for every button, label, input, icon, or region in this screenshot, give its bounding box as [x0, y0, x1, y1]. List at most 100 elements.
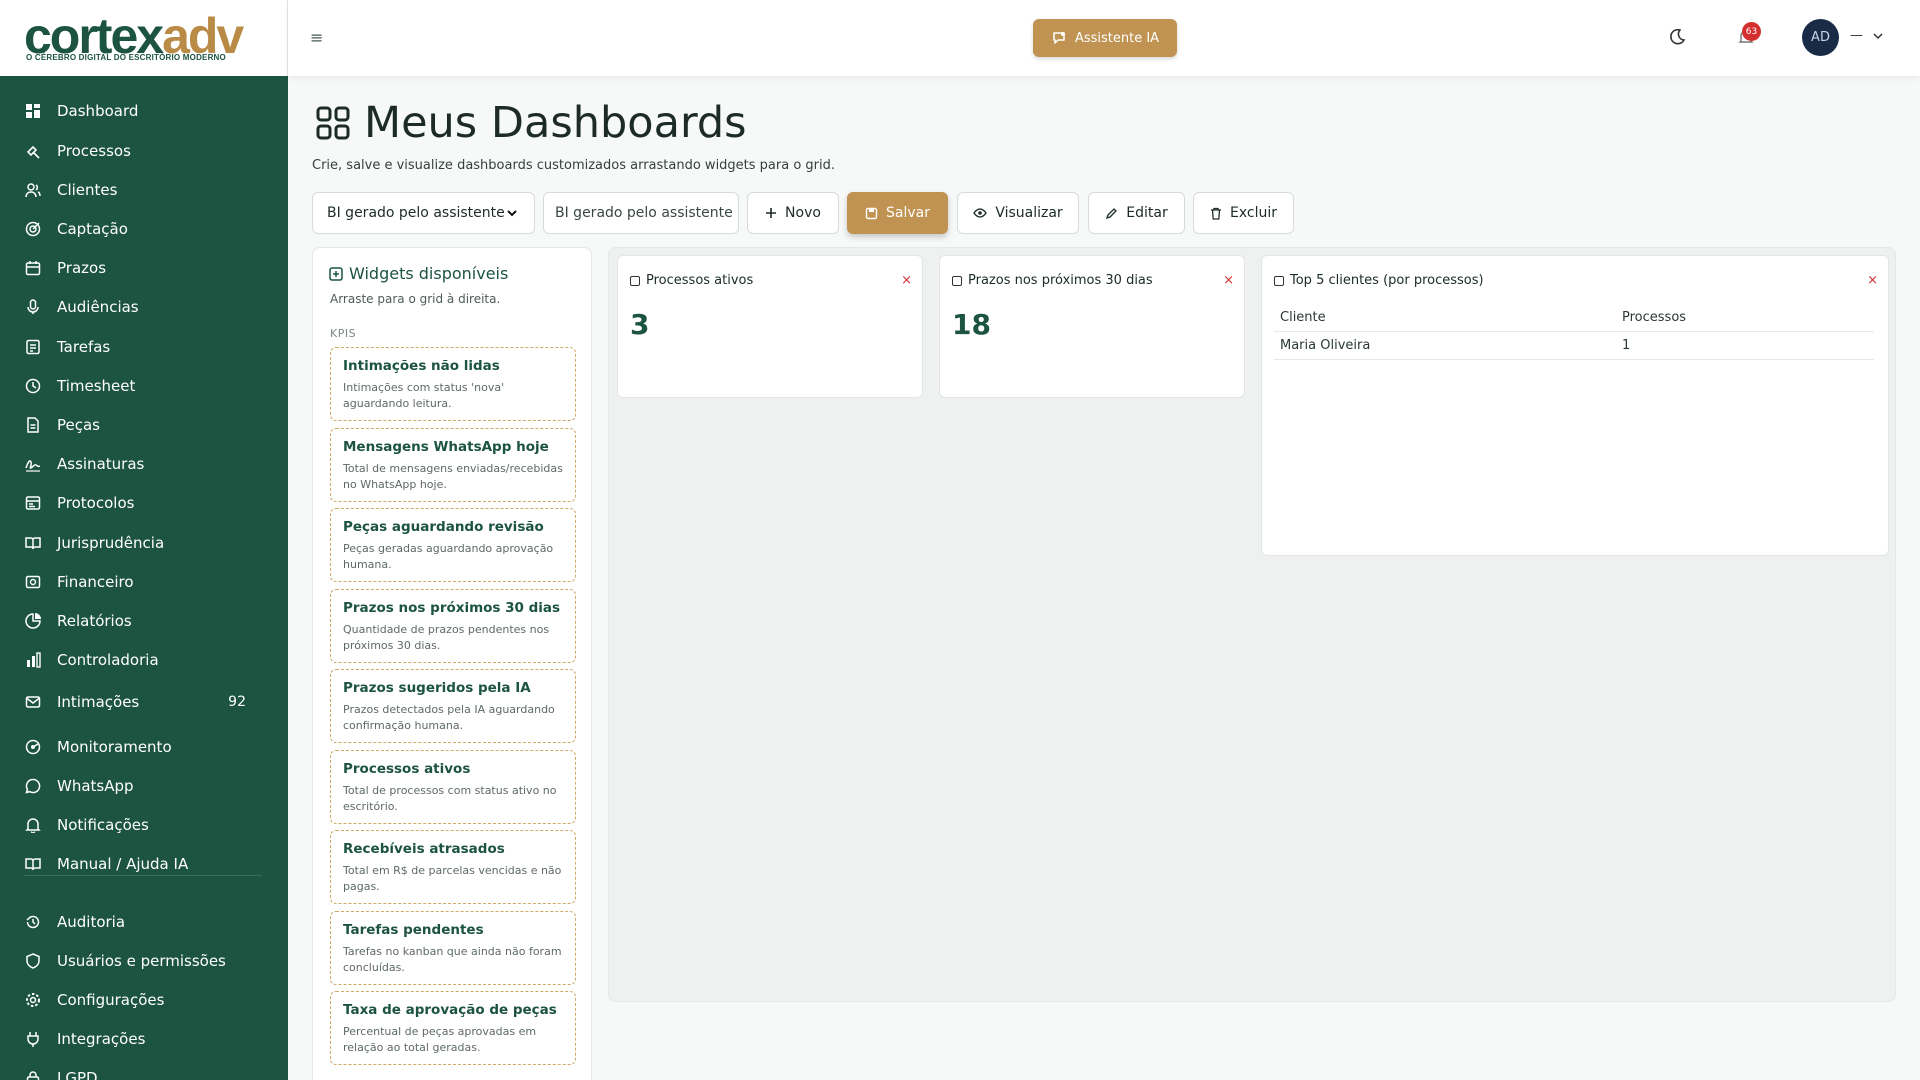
user-name[interactable]: —: [1850, 28, 1863, 43]
trash-icon: [1211, 207, 1221, 220]
add-widget-icon: [329, 266, 343, 281]
sidebar-item-assinaturas[interactable]: Assinaturas: [24, 447, 264, 481]
chat-ai-icon: [1053, 32, 1065, 44]
sidebar-item-label: Prazos: [57, 259, 107, 277]
sidebar-item-tarefas[interactable]: Tarefas: [24, 330, 264, 364]
menu-toggle-icon[interactable]: ≡: [310, 28, 323, 47]
save-button[interactable]: Salvar: [847, 192, 948, 234]
widget-option[interactable]: Intimações não lidas Intimações com statu…: [330, 347, 576, 421]
widget-card-title-text: Prazos nos próximos 30 dias: [968, 273, 1153, 288]
sidebar-item-label: Audiências: [57, 298, 139, 316]
drag-handle-icon[interactable]: [952, 275, 962, 286]
widget-card-processos-ativos[interactable]: Processos ativos × 3: [617, 255, 923, 398]
sidebar-item-label: Configurações: [57, 991, 165, 1009]
sidebar-divider: [24, 875, 262, 876]
sidebar-item-label: Auditoria: [57, 913, 126, 931]
widget-option[interactable]: Prazos sugeridos pela IA Prazos detectado…: [330, 669, 576, 743]
pencil-icon: [1106, 207, 1118, 219]
remove-widget-icon[interactable]: ×: [1867, 273, 1878, 288]
gear-icon: [24, 991, 42, 1009]
widget-option[interactable]: Taxa de aprovação de peças Percentual de …: [330, 991, 576, 1065]
sidebar-item-relatorios[interactable]: Relatórios: [24, 604, 264, 638]
page-title: Meus Dashboards: [316, 98, 747, 148]
remove-widget-icon[interactable]: ×: [1223, 273, 1234, 288]
sidebar-item-notificacoes[interactable]: Notificações: [24, 808, 264, 842]
widget-option[interactable]: Recebíveis atrasados Total em R$ de parce…: [330, 830, 576, 904]
widget-card-top-clientes[interactable]: Top 5 clientes (por processos) × Cliente…: [1261, 255, 1889, 556]
widget-card-prazos-30-dias[interactable]: Prazos nos próximos 30 dias × 18: [939, 255, 1245, 398]
sidebar-item-clientes[interactable]: Clientes: [24, 173, 264, 207]
sidebar-item-label: LGPD: [57, 1069, 98, 1080]
sidebar-item-controladoria[interactable]: Controladoria: [24, 643, 264, 677]
shield-icon: [24, 952, 42, 970]
dashboard-grid[interactable]: Processos ativos × 3 Prazos nos próximos…: [608, 247, 1896, 1002]
moon-icon[interactable]: [1668, 28, 1686, 46]
dashboard-name-value: BI gerado pelo assistente: [555, 205, 733, 221]
sidebar-item-pecas[interactable]: Peças: [24, 408, 264, 442]
plus-icon: [766, 208, 777, 218]
widget-option[interactable]: Prazos nos próximos 30 dias Quantidade de…: [330, 588, 576, 663]
calendar-icon: [24, 259, 42, 277]
sidebar-item-lgpd[interactable]: LGPD: [24, 1061, 264, 1080]
sidebar-item-intimacoes[interactable]: Intimações 92: [24, 685, 264, 719]
view-button-label: Visualizar: [995, 205, 1063, 221]
sidebar-item-captacao[interactable]: Captação: [24, 212, 264, 246]
table-header-cliente: Cliente: [1274, 304, 1616, 332]
view-button[interactable]: Visualizar: [957, 192, 1079, 234]
sidebar-item-dashboard[interactable]: Dashboard: [24, 94, 264, 128]
dashboard-name-input[interactable]: BI gerado pelo assistente: [543, 192, 739, 234]
sidebar-item-label: Peças: [57, 416, 100, 434]
widget-option-description: Percentual de peças aprovadas em relação…: [343, 1025, 537, 1054]
sidebar-item-timesheet[interactable]: Timesheet: [24, 369, 264, 403]
sidebar-item-integracoes[interactable]: Integrações: [24, 1022, 264, 1056]
sidebar-item-financeiro[interactable]: Financeiro: [24, 565, 264, 599]
edit-button[interactable]: Editar: [1088, 192, 1185, 234]
money-icon: [24, 573, 42, 591]
chevron-down-icon[interactable]: [1872, 30, 1884, 42]
widget-card-title: Processos ativos: [630, 273, 753, 288]
gavel-icon: [24, 142, 42, 160]
sidebar-item-label: Notificações: [57, 816, 149, 834]
widget-option-title: Processos ativos: [343, 760, 471, 777]
widget-option[interactable]: Processos ativos Total de processos com s…: [330, 749, 576, 824]
radar-icon: [24, 738, 42, 756]
widget-option-description: Prazos detectados pela IA aguardando con…: [343, 703, 555, 732]
dashboard-select[interactable]: BI gerado pelo assistente: [312, 192, 535, 234]
sidebar-item-badge: 92: [228, 694, 246, 710]
widget-card-title: Prazos nos próximos 30 dias: [952, 273, 1153, 288]
drag-handle-icon[interactable]: [1274, 275, 1284, 286]
sidebar-item-label: Integrações: [57, 1030, 146, 1048]
tasks-icon: [24, 338, 42, 356]
sidebar-item-label: Financeiro: [57, 573, 134, 591]
sidebar-item-jurisprudencia[interactable]: Jurisprudência: [24, 526, 264, 560]
table-cell-cliente: Maria Oliveira: [1274, 331, 1616, 360]
sidebar-item-prazos[interactable]: Prazos: [24, 251, 264, 285]
sidebar-item-processos[interactable]: Processos: [24, 134, 264, 168]
sidebar-item-auditoria[interactable]: Auditoria: [24, 905, 264, 939]
sidebar-item-label: Processos: [57, 142, 131, 160]
save-button-label: Salvar: [886, 205, 930, 221]
logo[interactable]: cortexadv O CÉREBRO DIGITAL DO ESCRITÓRI…: [0, 0, 288, 76]
delete-button[interactable]: Excluir: [1193, 192, 1294, 234]
assistant-ai-button[interactable]: Assistente IA: [1033, 19, 1177, 57]
lock-icon: [24, 1069, 42, 1080]
table-cell-processos: 1: [1616, 331, 1874, 360]
users-icon: [24, 181, 42, 199]
sidebar-item-label: Clientes: [57, 181, 118, 199]
widget-option-description: Total de mensagens enviadas/recebidas no…: [343, 461, 563, 491]
widget-option[interactable]: Tarefas pendentes Tarefas no kanban que a…: [330, 910, 576, 985]
new-button[interactable]: Novo: [747, 192, 839, 234]
edit-button-label: Editar: [1126, 205, 1168, 221]
drag-handle-icon[interactable]: [630, 275, 640, 286]
remove-widget-icon[interactable]: ×: [901, 273, 912, 288]
manual-icon: [24, 855, 42, 873]
sidebar-item-protocolos[interactable]: Protocolos: [24, 486, 264, 520]
sidebar-item-monitoramento[interactable]: Monitoramento: [24, 730, 264, 764]
widget-option[interactable]: Mensagens WhatsApp hoje Total de mensagen…: [330, 427, 576, 502]
sidebar-item-usuarios-e-permissoes[interactable]: Usuários e permissões: [24, 944, 264, 978]
sidebar-item-configuracoes[interactable]: Configurações: [24, 983, 264, 1017]
sidebar-item-audiencias[interactable]: Audiências: [24, 290, 264, 324]
sidebar-item-whatsapp[interactable]: WhatsApp: [24, 769, 264, 803]
widget-option[interactable]: Peças aguardando revisão Peças geradas ag…: [330, 508, 576, 582]
avatar[interactable]: AD: [1802, 19, 1839, 56]
